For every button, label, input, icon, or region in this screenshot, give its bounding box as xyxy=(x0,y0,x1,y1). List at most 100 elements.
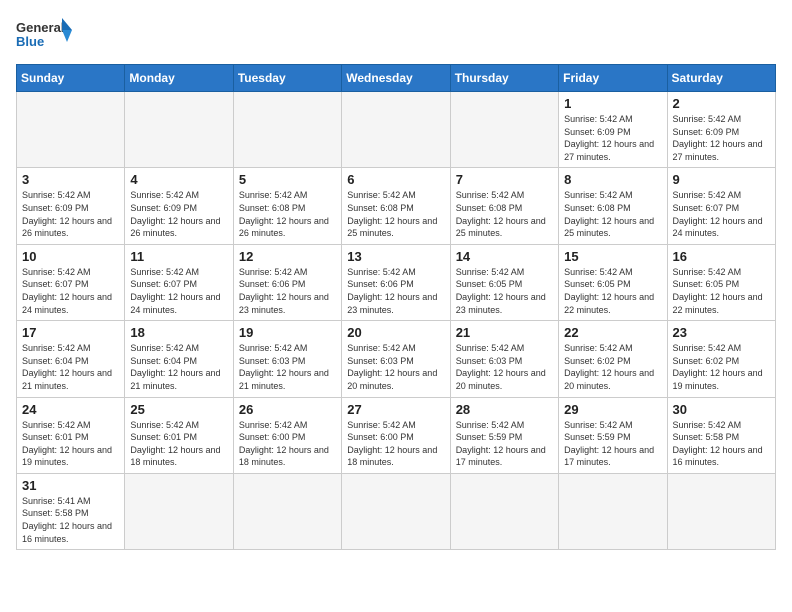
calendar-cell xyxy=(450,92,558,168)
day-info: Sunrise: 5:42 AM Sunset: 5:58 PM Dayligh… xyxy=(673,419,770,469)
calendar-week-4: 24 Sunrise: 5:42 AM Sunset: 6:01 PM Dayli… xyxy=(17,397,776,473)
day-info: Sunrise: 5:42 AM Sunset: 6:01 PM Dayligh… xyxy=(22,419,119,469)
day-number: 6 xyxy=(347,172,444,187)
day-number: 24 xyxy=(22,402,119,417)
day-info: Sunrise: 5:42 AM Sunset: 6:05 PM Dayligh… xyxy=(456,266,553,316)
day-number: 17 xyxy=(22,325,119,340)
calendar-cell: 7Sunrise: 5:42 AM Sunset: 6:08 PM Daylig… xyxy=(450,168,558,244)
day-number: 27 xyxy=(347,402,444,417)
day-info: Sunrise: 5:42 AM Sunset: 5:59 PM Dayligh… xyxy=(456,419,553,469)
day-number: 4 xyxy=(130,172,227,187)
day-info: Sunrise: 5:42 AM Sunset: 6:08 PM Dayligh… xyxy=(347,189,444,239)
calendar-cell xyxy=(450,473,558,549)
day-number: 3 xyxy=(22,172,119,187)
day-number: 19 xyxy=(239,325,336,340)
day-info: Sunrise: 5:42 AM Sunset: 6:08 PM Dayligh… xyxy=(564,189,661,239)
page-header: GeneralBlue xyxy=(16,16,776,56)
calendar-cell: 20 Sunrise: 5:42 AM Sunset: 6:03 PM Dayli… xyxy=(342,321,450,397)
day-number: 11 xyxy=(130,249,227,264)
day-info: Sunrise: 5:42 AM Sunset: 6:09 PM Dayligh… xyxy=(564,113,661,163)
day-number: 14 xyxy=(456,249,553,264)
day-info: Sunrise: 5:42 AM Sunset: 6:04 PM Dayligh… xyxy=(22,342,119,392)
calendar-week-1: 3 Sunrise: 5:42 AM Sunset: 6:09 PM Daylig… xyxy=(17,168,776,244)
calendar-cell: 1Sunrise: 5:42 AM Sunset: 6:09 PM Daylig… xyxy=(559,92,667,168)
calendar-cell: 24 Sunrise: 5:42 AM Sunset: 6:01 PM Dayli… xyxy=(17,397,125,473)
day-number: 23 xyxy=(673,325,770,340)
day-info: Sunrise: 5:42 AM Sunset: 6:09 PM Dayligh… xyxy=(130,189,227,239)
calendar-cell: 8Sunrise: 5:42 AM Sunset: 6:08 PM Daylig… xyxy=(559,168,667,244)
calendar-cell: 22 Sunrise: 5:42 AM Sunset: 6:02 PM Dayli… xyxy=(559,321,667,397)
day-number: 16 xyxy=(673,249,770,264)
calendar-cell: 2Sunrise: 5:42 AM Sunset: 6:09 PM Daylig… xyxy=(667,92,775,168)
day-info: Sunrise: 5:42 AM Sunset: 6:03 PM Dayligh… xyxy=(347,342,444,392)
day-info: Sunrise: 5:42 AM Sunset: 6:06 PM Dayligh… xyxy=(239,266,336,316)
calendar-cell: 16 Sunrise: 5:42 AM Sunset: 6:05 PM Dayli… xyxy=(667,244,775,320)
calendar-table: SundayMondayTuesdayWednesdayThursdayFrid… xyxy=(16,64,776,550)
calendar-cell: 29 Sunrise: 5:42 AM Sunset: 5:59 PM Dayli… xyxy=(559,397,667,473)
calendar-cell: 30Sunrise: 5:42 AM Sunset: 5:58 PM Dayli… xyxy=(667,397,775,473)
calendar-cell: 3 Sunrise: 5:42 AM Sunset: 6:09 PM Daylig… xyxy=(17,168,125,244)
calendar-cell: 25Sunrise: 5:42 AM Sunset: 6:01 PM Dayli… xyxy=(125,397,233,473)
day-info: Sunrise: 5:42 AM Sunset: 6:02 PM Dayligh… xyxy=(673,342,770,392)
calendar-week-5: 31Sunrise: 5:41 AM Sunset: 5:58 PM Dayli… xyxy=(17,473,776,549)
day-info: Sunrise: 5:42 AM Sunset: 6:07 PM Dayligh… xyxy=(130,266,227,316)
calendar-cell xyxy=(233,473,341,549)
calendar-cell: 31Sunrise: 5:41 AM Sunset: 5:58 PM Dayli… xyxy=(17,473,125,549)
day-info: Sunrise: 5:42 AM Sunset: 6:07 PM Dayligh… xyxy=(673,189,770,239)
weekday-header-tuesday: Tuesday xyxy=(233,65,341,92)
day-number: 5 xyxy=(239,172,336,187)
calendar-cell xyxy=(342,92,450,168)
day-info: Sunrise: 5:42 AM Sunset: 6:03 PM Dayligh… xyxy=(239,342,336,392)
day-number: 15 xyxy=(564,249,661,264)
weekday-header-friday: Friday xyxy=(559,65,667,92)
day-number: 13 xyxy=(347,249,444,264)
day-info: Sunrise: 5:42 AM Sunset: 6:05 PM Dayligh… xyxy=(673,266,770,316)
day-number: 7 xyxy=(456,172,553,187)
day-info: Sunrise: 5:42 AM Sunset: 6:05 PM Dayligh… xyxy=(564,266,661,316)
calendar-week-2: 10 Sunrise: 5:42 AM Sunset: 6:07 PM Dayli… xyxy=(17,244,776,320)
calendar-cell: 14 Sunrise: 5:42 AM Sunset: 6:05 PM Dayli… xyxy=(450,244,558,320)
day-number: 10 xyxy=(22,249,119,264)
weekday-header-sunday: Sunday xyxy=(17,65,125,92)
day-info: Sunrise: 5:42 AM Sunset: 6:09 PM Dayligh… xyxy=(22,189,119,239)
day-number: 29 xyxy=(564,402,661,417)
calendar-cell: 12 Sunrise: 5:42 AM Sunset: 6:06 PM Dayli… xyxy=(233,244,341,320)
calendar-cell: 6 Sunrise: 5:42 AM Sunset: 6:08 PM Daylig… xyxy=(342,168,450,244)
day-info: Sunrise: 5:42 AM Sunset: 6:03 PM Dayligh… xyxy=(456,342,553,392)
calendar-cell: 18 Sunrise: 5:42 AM Sunset: 6:04 PM Dayli… xyxy=(125,321,233,397)
day-info: Sunrise: 5:42 AM Sunset: 6:04 PM Dayligh… xyxy=(130,342,227,392)
calendar-cell: 13 Sunrise: 5:42 AM Sunset: 6:06 PM Dayli… xyxy=(342,244,450,320)
calendar-cell: 23 Sunrise: 5:42 AM Sunset: 6:02 PM Dayli… xyxy=(667,321,775,397)
day-info: Sunrise: 5:42 AM Sunset: 6:09 PM Dayligh… xyxy=(673,113,770,163)
day-number: 25 xyxy=(130,402,227,417)
calendar-cell xyxy=(125,473,233,549)
calendar-cell: 10 Sunrise: 5:42 AM Sunset: 6:07 PM Dayli… xyxy=(17,244,125,320)
day-info: Sunrise: 5:42 AM Sunset: 6:08 PM Dayligh… xyxy=(239,189,336,239)
calendar-cell: 4 Sunrise: 5:42 AM Sunset: 6:09 PM Daylig… xyxy=(125,168,233,244)
day-info: Sunrise: 5:42 AM Sunset: 6:07 PM Dayligh… xyxy=(22,266,119,316)
day-number: 12 xyxy=(239,249,336,264)
weekday-header-thursday: Thursday xyxy=(450,65,558,92)
day-number: 22 xyxy=(564,325,661,340)
svg-text:Blue: Blue xyxy=(16,34,44,49)
day-info: Sunrise: 5:41 AM Sunset: 5:58 PM Dayligh… xyxy=(22,495,119,545)
day-info: Sunrise: 5:42 AM Sunset: 5:59 PM Dayligh… xyxy=(564,419,661,469)
calendar-cell: 19 Sunrise: 5:42 AM Sunset: 6:03 PM Dayli… xyxy=(233,321,341,397)
weekday-header-monday: Monday xyxy=(125,65,233,92)
calendar-cell: 15 Sunrise: 5:42 AM Sunset: 6:05 PM Dayli… xyxy=(559,244,667,320)
weekday-header-wednesday: Wednesday xyxy=(342,65,450,92)
day-number: 9 xyxy=(673,172,770,187)
day-number: 28 xyxy=(456,402,553,417)
day-number: 18 xyxy=(130,325,227,340)
calendar-cell: 28 Sunrise: 5:42 AM Sunset: 5:59 PM Dayli… xyxy=(450,397,558,473)
logo: GeneralBlue xyxy=(16,16,76,56)
calendar-cell xyxy=(233,92,341,168)
day-info: Sunrise: 5:42 AM Sunset: 6:00 PM Dayligh… xyxy=(347,419,444,469)
day-info: Sunrise: 5:42 AM Sunset: 6:00 PM Dayligh… xyxy=(239,419,336,469)
day-info: Sunrise: 5:42 AM Sunset: 6:06 PM Dayligh… xyxy=(347,266,444,316)
calendar-cell xyxy=(559,473,667,549)
day-info: Sunrise: 5:42 AM Sunset: 6:02 PM Dayligh… xyxy=(564,342,661,392)
calendar-cell: 5 Sunrise: 5:42 AM Sunset: 6:08 PM Daylig… xyxy=(233,168,341,244)
calendar-cell xyxy=(342,473,450,549)
day-number: 20 xyxy=(347,325,444,340)
